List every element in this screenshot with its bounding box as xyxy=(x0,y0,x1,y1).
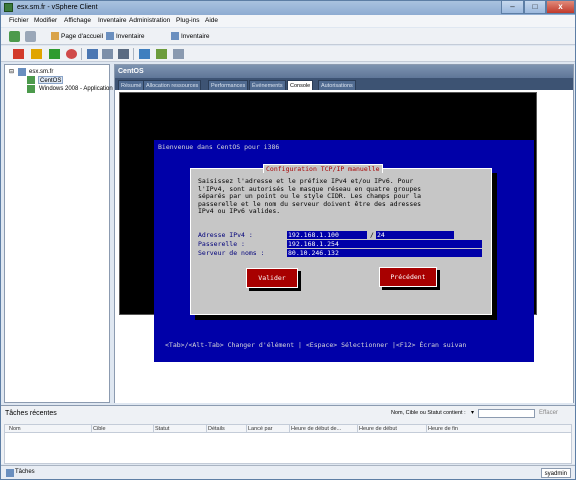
filter-dropdown-icon[interactable]: ▾ xyxy=(471,409,474,416)
menu-bar: Fichier Modifier Affichage Inventaire Ad… xyxy=(1,15,575,27)
menu-plugins[interactable]: Plug-ins xyxy=(176,17,199,24)
suspend-icon[interactable] xyxy=(31,49,42,59)
column-divider xyxy=(246,425,247,433)
col-heure-debut-demande[interactable]: Heure de début de... xyxy=(291,426,341,432)
title-bar: esx.sm.fr - vSphere Client – □ x xyxy=(1,1,575,15)
dialog-title: Configuration TCP/IP manuelle xyxy=(263,164,383,173)
window-title: esx.sm.fr - vSphere Client xyxy=(17,4,98,11)
status-tasks-button[interactable]: Tâches xyxy=(5,469,35,475)
menu-administration[interactable]: Administration xyxy=(129,17,170,24)
hosts-clusters-icon xyxy=(171,32,179,41)
col-heure-debut[interactable]: Heure de début xyxy=(359,426,397,432)
validate-button[interactable]: Valider xyxy=(246,268,298,288)
welcome-text: Bienvenue dans CentOS pour i386 xyxy=(158,143,280,151)
revert-snapshot-icon[interactable] xyxy=(102,49,113,59)
network-icon[interactable] xyxy=(156,49,167,59)
dns-label: Serveur de noms : xyxy=(198,249,265,257)
tcpip-dialog: Configuration TCP/IP manuelle Saisissez … xyxy=(190,164,492,315)
breadcrumb-inventory-label: Inventaire xyxy=(116,33,145,40)
dialog-instructions: Saisissez l'adresse et le préfixe IPv4 e… xyxy=(198,177,422,215)
filter-label: Nom, Cible ou Statut contient : xyxy=(391,410,466,416)
vm-detail-panel: CentOS Résumé Allocation ressources Perf… xyxy=(114,64,574,403)
vm-title: CentOS xyxy=(115,65,573,78)
tab-console[interactable]: Console xyxy=(287,80,314,90)
home-icon xyxy=(51,32,59,41)
breadcrumb-home[interactable]: Page d'accueil xyxy=(51,31,103,42)
breadcrumb-inventory-hosts-label: Inventaire xyxy=(181,33,210,40)
menu-inventaire[interactable]: Inventaire xyxy=(98,17,127,24)
dns-field[interactable]: 80.10.246.132 xyxy=(287,249,482,257)
vm-powered-on-icon xyxy=(27,85,35,93)
vm-console-screen[interactable]: Bienvenue dans CentOS pour i386 Configur… xyxy=(119,92,537,362)
vsphere-client-window: esx.sm.fr - vSphere Client – □ x Fichier… xyxy=(0,0,576,480)
previous-button[interactable]: Précédent xyxy=(379,267,437,287)
col-nom[interactable]: Nom xyxy=(9,426,21,432)
navigation-bar: Page d'accueil Inventaire Inventaire xyxy=(1,28,575,45)
breadcrumb-inventory-hosts[interactable]: Inventaire xyxy=(171,31,210,42)
forward-arrow-icon[interactable] xyxy=(25,31,36,42)
column-divider xyxy=(206,425,207,433)
gateway-label: Passerelle : xyxy=(198,240,245,248)
menu-affichage[interactable]: Affichage xyxy=(64,17,91,24)
recent-tasks-title: Tâches récentes xyxy=(5,410,57,417)
column-divider xyxy=(357,425,358,433)
breadcrumb-inventory[interactable]: Inventaire xyxy=(106,31,145,42)
snapshot-icon[interactable] xyxy=(87,49,98,59)
ipv4-prefix-field[interactable]: 24 xyxy=(376,231,454,239)
back-arrow-icon[interactable] xyxy=(9,31,20,42)
tab-resume[interactable]: Résumé xyxy=(118,80,145,90)
menu-fichier[interactable]: Fichier xyxy=(9,17,29,24)
inventory-tree: ⊟ esx.sm.fr CentOS Windows 2008 - Applic… xyxy=(4,64,113,403)
console-icon[interactable] xyxy=(139,49,150,59)
column-divider xyxy=(289,425,290,433)
tab-autorisations[interactable]: Autorisations xyxy=(318,80,356,90)
installer-screen: Bienvenue dans CentOS pour i386 Configur… xyxy=(154,140,534,362)
menu-aide[interactable]: Aide xyxy=(205,17,218,24)
toolbar-separator xyxy=(133,48,134,60)
tasks-table-header: Nom Cible Statut Détails Lancé par Heure… xyxy=(4,424,572,433)
tree-vm2-label: Windows 2008 - Application xyxy=(39,86,113,92)
tasks-table-body xyxy=(4,433,572,464)
power-on-icon[interactable] xyxy=(49,49,60,59)
clear-filter-button[interactable]: Effacer xyxy=(539,410,558,416)
settings-icon[interactable] xyxy=(173,49,184,59)
column-divider xyxy=(91,425,92,433)
recent-tasks-panel: Tâches récentes Nom, Cible ou Statut con… xyxy=(1,405,575,464)
breadcrumb-home-label: Page d'accueil xyxy=(61,33,104,40)
ipv4-address-field[interactable]: 192.168.1.100 xyxy=(287,231,367,239)
column-divider xyxy=(153,425,154,433)
col-cible[interactable]: Cible xyxy=(93,426,106,432)
menu-modifier[interactable]: Modifier xyxy=(34,17,57,24)
vsphere-app-icon xyxy=(4,3,13,12)
host-icon xyxy=(18,68,26,76)
maximize-button[interactable]: □ xyxy=(524,1,546,14)
toolbar-separator xyxy=(81,48,82,60)
tab-performances[interactable]: Performances xyxy=(208,80,249,90)
tab-allocation[interactable]: Allocation ressources xyxy=(143,80,202,90)
tab-evenements[interactable]: Événements xyxy=(249,80,286,90)
column-divider xyxy=(426,425,427,433)
logged-in-user: syadmin xyxy=(540,468,571,478)
close-button[interactable]: x xyxy=(546,1,575,14)
snapshot-manager-icon[interactable] xyxy=(118,49,129,59)
reset-icon[interactable] xyxy=(66,49,77,59)
vm-tabs: Résumé Allocation ressources Performance… xyxy=(115,78,573,90)
col-statut[interactable]: Statut xyxy=(155,426,169,432)
filter-input[interactable] xyxy=(478,409,535,418)
status-bar: Tâches syadmin xyxy=(1,465,575,479)
inventory-icon xyxy=(106,32,114,41)
vm-powered-on-icon xyxy=(27,76,35,84)
ipv4-prefix-separator: / xyxy=(370,231,374,239)
col-lance-par[interactable]: Lancé par xyxy=(248,426,272,432)
tree-vm1-label: CentOS xyxy=(38,76,64,84)
col-heure-fin[interactable]: Heure de fin xyxy=(428,426,458,432)
toolbar xyxy=(1,46,575,62)
power-off-icon[interactable] xyxy=(13,49,24,59)
ipv4-label: Adresse IPv4 : xyxy=(198,231,253,239)
keyboard-hint: <Tab>/<Alt-Tab> Changer d'élément | <Esp… xyxy=(165,341,467,349)
col-details[interactable]: Détails xyxy=(208,426,225,432)
minimize-button[interactable]: – xyxy=(501,1,524,14)
collapse-icon[interactable]: ⊟ xyxy=(9,67,14,77)
gateway-field[interactable]: 192.168.1.254 xyxy=(287,240,482,248)
